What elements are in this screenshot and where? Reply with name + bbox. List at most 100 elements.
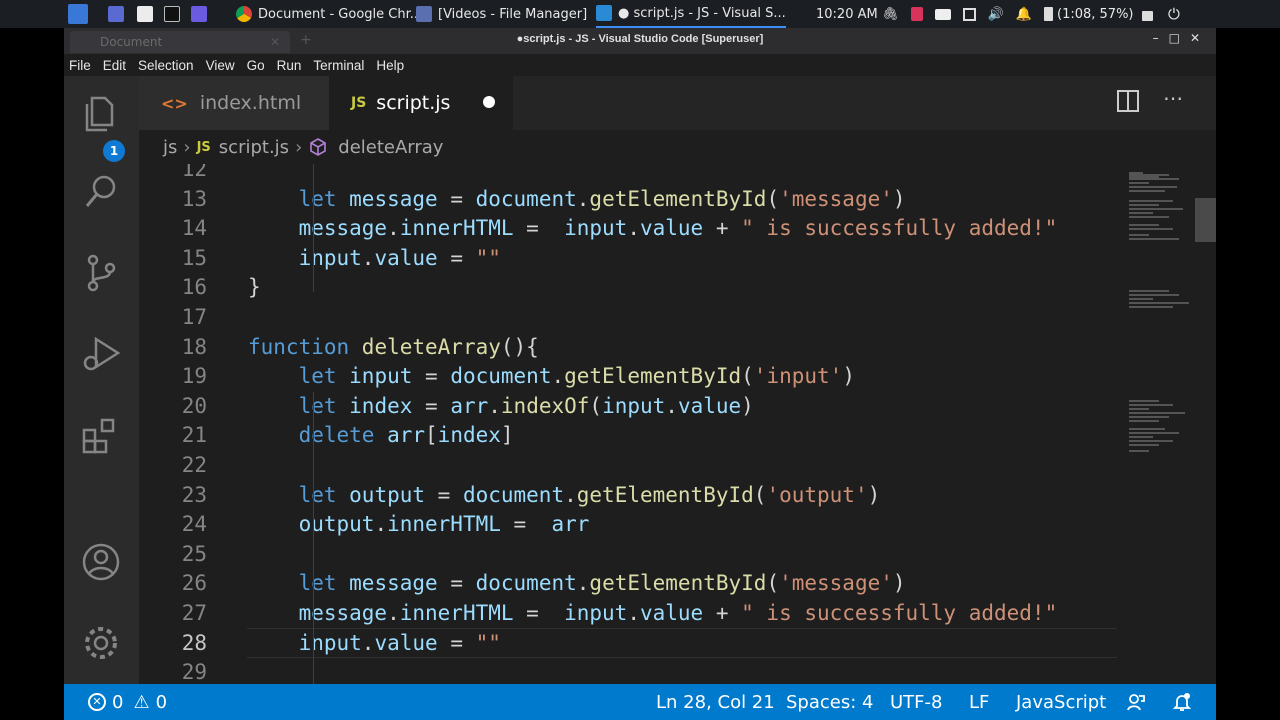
minimap-line: [1129, 416, 1169, 418]
close-window-icon[interactable]: ✕: [1190, 31, 1210, 45]
notifications-bell-icon[interactable]: [1172, 684, 1192, 720]
code-token: ): [892, 186, 906, 211]
extensions-icon[interactable]: [80, 414, 122, 456]
indentation[interactable]: Spaces: 4: [786, 684, 873, 720]
breadcrumb-symbol[interactable]: deleteArray: [338, 137, 443, 158]
code-token: 'message': [779, 186, 893, 211]
minimap-slider[interactable]: [1195, 198, 1216, 242]
encoding[interactable]: UTF-8: [890, 684, 942, 720]
explorer-icon[interactable]: [80, 92, 122, 134]
line-number: 17: [181, 305, 207, 329]
code-line[interactable]: 15 input.value = "": [139, 243, 1119, 273]
code-token: (: [753, 482, 767, 507]
code-line[interactable]: 13 let message = document.getElementById…: [139, 184, 1119, 214]
taskbar-item-vscode[interactable]: ● script.js - JS - Visual S...: [596, 0, 786, 28]
minimap-line: [1129, 238, 1179, 240]
code-token: arr: [551, 512, 590, 537]
line-number: 12: [181, 164, 207, 181]
code-token: (: [589, 393, 603, 418]
code-line[interactable]: 27 message.innerHTML = input.value + " i…: [139, 598, 1119, 628]
source-control-icon[interactable]: [80, 252, 122, 294]
more-actions-icon[interactable]: ⋯: [1163, 86, 1184, 110]
feedback-icon[interactable]: [1126, 684, 1146, 720]
vscode-window: Document ✕ + ●script.js - JS - Visual St…: [64, 28, 1216, 720]
code-token: ): [892, 571, 906, 596]
code-line[interactable]: 21 delete arr[index]: [139, 420, 1119, 450]
minimap[interactable]: [1119, 164, 1216, 684]
run-debug-icon[interactable]: [80, 333, 122, 375]
line-number: 21: [181, 423, 207, 448]
menu-help[interactable]: Help: [376, 58, 404, 73]
recorder-launcher-icon[interactable]: [191, 0, 213, 28]
code-token: document: [450, 364, 552, 389]
line-number: 13: [181, 186, 207, 211]
taskbar-item-chrome[interactable]: Document - Google Chr...: [236, 0, 422, 28]
split-editor-icon[interactable]: [1117, 90, 1139, 112]
unsaved-dot-icon[interactable]: [483, 96, 495, 108]
code-token: .: [374, 512, 388, 537]
end-of-line[interactable]: LF: [969, 684, 989, 720]
code-line[interactable]: 26 let message = document.getElementById…: [139, 568, 1119, 598]
menu-file[interactable]: File: [69, 58, 91, 73]
clock[interactable]: 10:20 AM: [816, 0, 878, 28]
menu-go[interactable]: Go: [247, 58, 265, 73]
maximize-icon[interactable]: □: [1169, 31, 1190, 45]
menu-edit[interactable]: Edit: [103, 58, 126, 73]
menu-run[interactable]: Run: [277, 58, 302, 73]
power-icon[interactable]: ⏻: [1168, 0, 1180, 28]
code-line[interactable]: 14 message.innerHTML = input.value + " i…: [139, 213, 1119, 243]
accounts-icon[interactable]: [80, 541, 122, 583]
code-line[interactable]: 16}: [139, 272, 1119, 302]
code-line[interactable]: 12: [139, 164, 1119, 184]
cursor-position[interactable]: Ln 28, Col 21: [656, 684, 775, 720]
menu-terminal[interactable]: Terminal: [313, 58, 364, 73]
menu-view[interactable]: View: [206, 58, 235, 73]
code-line[interactable]: 24 output.innerHTML = arr: [139, 509, 1119, 539]
code-line[interactable]: 23 let output = document.getElementById(…: [139, 480, 1119, 510]
taskbar-item-file-manager[interactable]: [Videos - File Manager]: [416, 0, 587, 28]
battery-icon[interactable]: [1043, 7, 1053, 21]
breadcrumb-file[interactable]: script.js: [219, 137, 289, 158]
minimap-line: [1129, 208, 1183, 210]
code-line[interactable]: 28 input.value = "": [139, 627, 1119, 658]
code-token: let: [248, 186, 350, 211]
minimap-line: [1129, 190, 1165, 192]
code-token: =: [425, 482, 463, 507]
code-token: =: [500, 512, 552, 537]
attachment-icon[interactable]: 🖇: [882, 7, 899, 22]
battery-status[interactable]: (1:08, 57%): [1057, 0, 1134, 28]
settings-gear-icon[interactable]: [80, 622, 122, 664]
code-editor[interactable]: 12 13 let message = document.getElementBy…: [139, 164, 1119, 684]
tab-script-js[interactable]: JS script.js: [329, 76, 513, 130]
code-line[interactable]: 22: [139, 450, 1119, 480]
error-count: 0: [112, 691, 124, 713]
code-token: .: [627, 216, 640, 241]
os-menu-icon[interactable]: [68, 0, 94, 28]
camera-icon[interactable]: [934, 8, 951, 20]
file-manager-launcher-icon[interactable]: [137, 0, 159, 28]
problems-indicator[interactable]: ✕ 0 ⚠ 0: [88, 684, 167, 720]
terminal-launcher-icon[interactable]: [164, 0, 186, 28]
language-mode[interactable]: JavaScript: [1016, 684, 1106, 720]
minimap-line: [1129, 400, 1159, 402]
code-token: =: [412, 364, 451, 389]
line-code: let output = document.getElementById('ou…: [248, 480, 881, 510]
code-line[interactable]: 19 let input = document.getElementById('…: [139, 361, 1119, 391]
volume-icon[interactable]: 🔊: [988, 7, 1004, 22]
pen-icon[interactable]: [910, 7, 923, 21]
search-icon[interactable]: [80, 171, 122, 213]
code-line[interactable]: 17: [139, 302, 1119, 332]
code-line[interactable]: 29: [139, 657, 1119, 684]
tab-index-html[interactable]: <> index.html: [139, 76, 329, 130]
line-code: let message = document.getElementById('m…: [248, 568, 906, 598]
notification-bell-icon[interactable]: 🔔: [1016, 7, 1032, 22]
show-desktop-icon[interactable]: [108, 0, 130, 28]
code-line[interactable]: 18 function deleteArray(){: [139, 332, 1119, 362]
breadcrumb-folder[interactable]: js: [163, 137, 177, 158]
screenshot-icon[interactable]: [962, 7, 976, 21]
menu-selection[interactable]: Selection: [138, 58, 194, 73]
lock-icon[interactable]: [1142, 0, 1153, 28]
minimize-icon[interactable]: –: [1153, 31, 1169, 45]
code-line[interactable]: 25: [139, 539, 1119, 569]
code-line[interactable]: 20 let index = arr.indexOf(input.value): [139, 391, 1119, 421]
